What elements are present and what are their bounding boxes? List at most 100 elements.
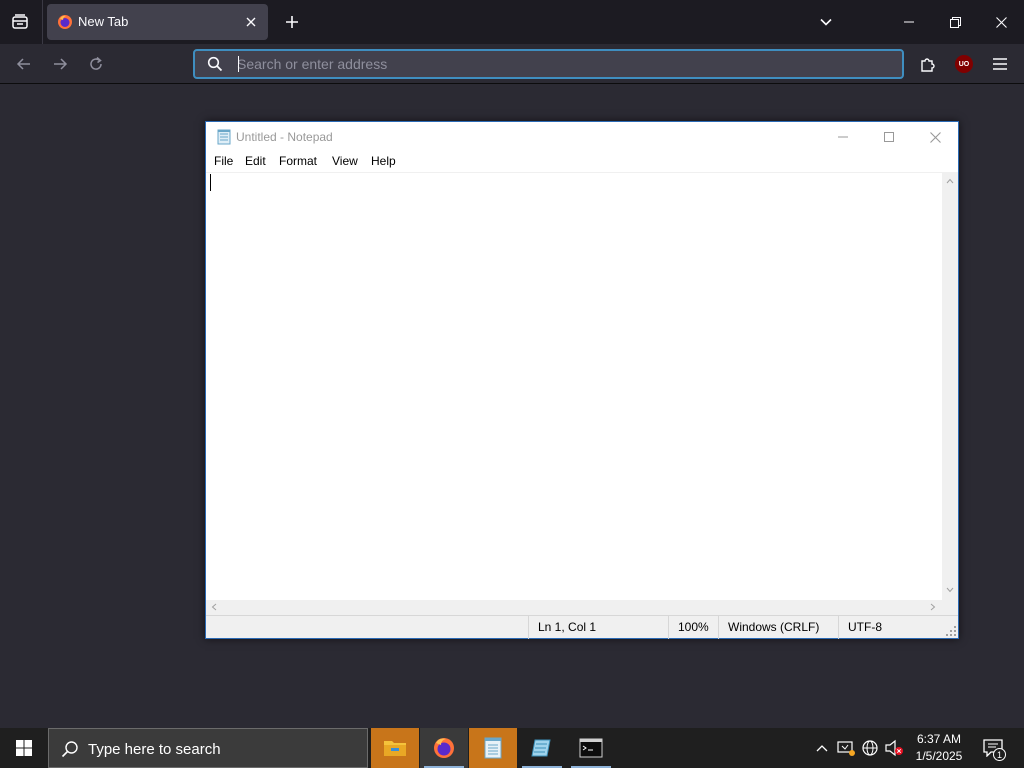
restore-button[interactable] bbox=[932, 0, 978, 44]
chevron-down-icon bbox=[820, 18, 832, 26]
chevron-down-icon bbox=[946, 587, 954, 593]
address-bar[interactable] bbox=[193, 49, 904, 79]
notepad-menu-bar: File Edit Format View Help bbox=[206, 152, 958, 172]
minimize-icon bbox=[904, 21, 914, 23]
address-input[interactable] bbox=[237, 54, 887, 74]
app-menu-button[interactable] bbox=[986, 50, 1014, 78]
arrow-left-icon bbox=[16, 58, 30, 70]
taskbar-search-box[interactable]: Type here to search bbox=[48, 728, 368, 768]
forward-button[interactable] bbox=[46, 50, 74, 78]
list-all-tabs-button[interactable] bbox=[812, 8, 840, 36]
back-button[interactable] bbox=[10, 50, 38, 78]
tab-strip-separator bbox=[42, 0, 43, 44]
ublock-origin-icon[interactable]: UO bbox=[955, 55, 973, 73]
minimize-icon bbox=[838, 136, 848, 138]
menu-format[interactable]: Format bbox=[278, 154, 318, 168]
show-hidden-icons-button[interactable] bbox=[812, 738, 832, 758]
search-icon bbox=[61, 741, 78, 758]
hamburger-menu-icon bbox=[993, 58, 1007, 70]
globe-network-icon bbox=[862, 740, 878, 756]
taskbar-firefox[interactable] bbox=[420, 728, 468, 768]
notepad-icon bbox=[531, 739, 551, 757]
menu-help[interactable]: Help bbox=[370, 154, 397, 168]
close-icon bbox=[246, 17, 256, 27]
close-icon bbox=[995, 16, 1007, 28]
terminal-icon bbox=[579, 738, 603, 758]
scroll-down-arrow[interactable] bbox=[945, 585, 955, 595]
status-zoom: 100% bbox=[668, 616, 718, 639]
restore-icon bbox=[949, 16, 961, 28]
taskbar-notepad[interactable] bbox=[518, 728, 566, 768]
chevron-left-icon bbox=[211, 603, 217, 611]
chevron-right-icon bbox=[930, 603, 936, 611]
new-tab-button[interactable] bbox=[278, 8, 306, 36]
notepad-icon bbox=[484, 737, 502, 759]
notepad-editor-area[interactable] bbox=[206, 172, 942, 600]
device-warning-icon bbox=[837, 741, 855, 756]
firefox-view-button[interactable] bbox=[6, 8, 34, 36]
tab-close-button[interactable] bbox=[242, 13, 260, 31]
chevron-up-icon bbox=[946, 178, 954, 184]
tab-title: New Tab bbox=[78, 14, 129, 29]
notepad-text-input[interactable] bbox=[209, 175, 939, 595]
reload-button[interactable] bbox=[82, 50, 110, 78]
tray-volume-icon[interactable] bbox=[884, 738, 904, 758]
text-caret bbox=[238, 56, 239, 72]
scroll-left-arrow[interactable] bbox=[209, 602, 219, 612]
speaker-muted-icon bbox=[885, 739, 903, 757]
menu-view[interactable]: View bbox=[331, 154, 359, 168]
notepad-close-button[interactable] bbox=[912, 122, 958, 152]
taskbar-file-explorer[interactable] bbox=[371, 728, 419, 768]
menu-edit[interactable]: Edit bbox=[244, 154, 267, 168]
search-icon bbox=[207, 56, 223, 72]
plus-icon bbox=[286, 16, 298, 28]
chevron-up-icon bbox=[816, 745, 828, 752]
menu-file[interactable]: File bbox=[213, 154, 234, 168]
scrollbar-corner bbox=[942, 600, 958, 615]
firefox-tab-strip: New Tab bbox=[0, 0, 1024, 44]
tray-network-icon[interactable] bbox=[860, 738, 880, 758]
folder-icon bbox=[384, 741, 406, 756]
taskbar-search-placeholder: Type here to search bbox=[88, 741, 221, 758]
windows-logo-icon bbox=[16, 740, 32, 756]
horizontal-scrollbar[interactable] bbox=[206, 600, 942, 615]
tray-device-icon[interactable] bbox=[836, 738, 856, 758]
notepad-icon bbox=[217, 129, 231, 145]
status-cursor-position: Ln 1, Col 1 bbox=[528, 616, 668, 639]
arrow-right-icon bbox=[54, 58, 68, 70]
clock-time: 6:37 AM bbox=[916, 732, 962, 746]
notepad-minimize-button[interactable] bbox=[820, 122, 866, 152]
text-caret bbox=[210, 174, 211, 191]
firefox-icon bbox=[434, 738, 454, 758]
taskbar-clock[interactable]: 6:37 AM 1/5/2025 bbox=[906, 731, 972, 767]
resize-grip-icon[interactable] bbox=[946, 626, 956, 636]
scroll-up-arrow[interactable] bbox=[945, 176, 955, 186]
firefox-view-icon bbox=[12, 14, 28, 29]
firefox-favicon-icon bbox=[58, 15, 72, 29]
status-line-ending: Windows (CRLF) bbox=[718, 616, 838, 639]
minimize-button[interactable] bbox=[886, 0, 932, 44]
notepad-window: Untitled - Notepad File Edit Format View… bbox=[205, 121, 959, 639]
taskbar-terminal[interactable] bbox=[567, 728, 615, 768]
puzzle-icon bbox=[921, 58, 935, 72]
notepad-title-bar[interactable]: Untitled - Notepad bbox=[206, 122, 958, 152]
start-button[interactable] bbox=[0, 728, 48, 768]
notification-count-badge: 1 bbox=[993, 748, 1006, 761]
scroll-right-arrow[interactable] bbox=[928, 602, 938, 612]
clock-date: 1/5/2025 bbox=[915, 749, 963, 763]
maximize-icon bbox=[884, 132, 894, 142]
windows-taskbar: Type here to search 6:37 AM 1/5/2025 1 bbox=[0, 728, 1024, 768]
taskbar-notepad-app[interactable] bbox=[469, 728, 517, 768]
close-window-button[interactable] bbox=[978, 0, 1024, 44]
vertical-scrollbar[interactable] bbox=[942, 172, 958, 600]
extensions-button[interactable] bbox=[914, 50, 942, 78]
status-encoding: UTF-8 bbox=[838, 616, 942, 639]
window-title: Untitled - Notepad bbox=[236, 130, 333, 144]
close-icon bbox=[929, 131, 941, 143]
notepad-maximize-button[interactable] bbox=[866, 122, 912, 152]
action-center-button[interactable]: 1 bbox=[978, 733, 1008, 763]
firefox-nav-bar bbox=[0, 44, 1024, 84]
reload-icon bbox=[90, 56, 102, 70]
tab-new-tab[interactable]: New Tab bbox=[47, 4, 268, 40]
notepad-status-bar: Ln 1, Col 1 100% Windows (CRLF) UTF-8 bbox=[206, 615, 958, 639]
